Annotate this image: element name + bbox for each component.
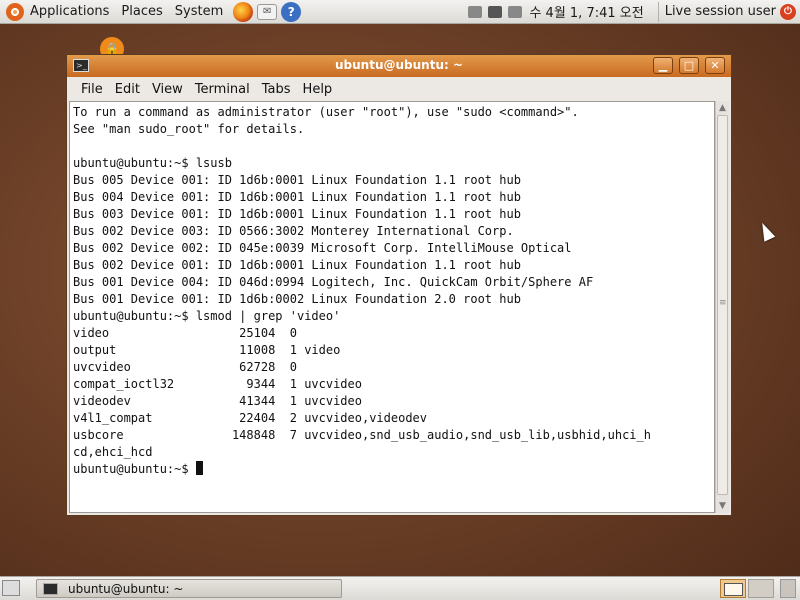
terminal-line: usbcore 148848 7 uvcvideo,snd_usb_audio,… <box>73 428 651 442</box>
firefox-icon[interactable] <box>233 1 254 22</box>
printer-icon[interactable] <box>468 5 483 18</box>
terminal-line: cd,ehci_hcd <box>73 445 153 459</box>
terminal-icon <box>43 582 58 595</box>
terminal-line: Bus 002 Device 003: ID 0566:3002 Montere… <box>73 224 514 238</box>
system-menu[interactable]: System <box>169 0 229 24</box>
bottom-panel: ubuntu@ubuntu: ~ <box>0 576 800 600</box>
menubar: File Edit View Terminal Tabs Help <box>67 77 731 101</box>
terminal-line: videodev 41344 1 uvcvideo <box>73 394 362 408</box>
applications-menu[interactable]: Applications <box>0 0 115 24</box>
terminal-line: compat_ioctl32 9344 1 uvcvideo <box>73 377 362 391</box>
taskbar-window-button[interactable]: ubuntu@ubuntu: ~ <box>36 579 342 598</box>
clock[interactable]: 수 4월 1, 7:41 오전 <box>529 2 643 21</box>
terminal-line: video 25104 0 <box>73 326 297 340</box>
window-title: ubuntu@ubuntu: ~ <box>334 58 464 72</box>
terminal-line: Bus 002 Device 002: ID 045e:0039 Microso… <box>73 241 572 255</box>
network-icon[interactable] <box>488 5 503 18</box>
terminal-line: To run a command as administrator (user … <box>73 105 579 119</box>
power-icon[interactable]: ⏻ <box>780 3 796 20</box>
terminal-line: ubuntu@ubuntu:~$ lsusb <box>73 156 232 170</box>
terminal-line: Bus 002 Device 001: ID 1d6b:0001 Linux F… <box>73 258 521 272</box>
menu-tabs[interactable]: Tabs <box>262 82 291 97</box>
menu-terminal[interactable]: Terminal <box>195 82 250 97</box>
terminal-line: Bus 004 Device 001: ID 1d6b:0001 Linux F… <box>73 190 521 204</box>
scroll-thumb[interactable] <box>717 115 728 495</box>
terminal-line: v4l1_compat 22404 2 uvcvideo,videodev <box>73 411 428 425</box>
taskbar-window-label: ubuntu@ubuntu: ~ <box>68 581 184 596</box>
terminal-line: Bus 003 Device 001: ID 1d6b:0001 Linux F… <box>73 207 521 221</box>
close-button[interactable]: ✕ <box>705 57 725 74</box>
top-panel: Applications Places System ✉ ? 수 4월 1, 7… <box>0 0 800 24</box>
ubuntu-logo-icon <box>6 2 24 21</box>
mail-icon[interactable]: ✉ <box>257 3 278 20</box>
help-icon[interactable]: ? <box>281 1 302 22</box>
menu-file[interactable]: File <box>81 82 103 97</box>
show-desktop-icon[interactable] <box>2 580 20 596</box>
session-user[interactable]: Live session user <box>665 4 776 19</box>
terminal-line: Bus 005 Device 001: ID 1d6b:0001 Linux F… <box>73 173 521 187</box>
window-titlebar[interactable]: >_ ubuntu@ubuntu: ~ ▁ □ ✕ <box>67 55 731 78</box>
vertical-scrollbar[interactable]: ▲ ▼ <box>715 101 729 513</box>
panel-separator <box>657 1 659 22</box>
terminal-line: Bus 001 Device 001: ID 1d6b:0002 Linux F… <box>73 292 521 306</box>
applications-label: Applications <box>30 4 110 19</box>
terminal-line: See "man sudo_root" for details. <box>73 122 305 136</box>
terminal-output[interactable]: To run a command as administrator (user … <box>69 101 715 513</box>
terminal-text: To run a command as administrator (user … <box>70 102 714 480</box>
system-tray: 수 4월 1, 7:41 오전 Live session user ⏻ <box>465 0 800 24</box>
terminal-line: Bus 001 Device 004: ID 046d:0994 Logitec… <box>73 275 594 289</box>
workspace-2[interactable] <box>748 579 774 598</box>
maximize-button[interactable]: □ <box>679 57 699 74</box>
terminal-line: output 11008 1 video <box>73 343 341 357</box>
volume-icon[interactable] <box>508 5 523 18</box>
workspace-1[interactable] <box>720 579 746 598</box>
mouse-pointer-icon <box>756 220 776 242</box>
minimize-button[interactable]: ▁ <box>653 57 673 74</box>
text-cursor <box>195 461 203 475</box>
terminal-prompt: ubuntu@ubuntu:~$ <box>73 462 196 476</box>
scroll-up-icon[interactable]: ▲ <box>717 102 729 114</box>
terminal-line: uvcvideo 62728 0 <box>73 360 297 374</box>
trash-icon[interactable] <box>780 579 796 598</box>
menu-help[interactable]: Help <box>303 82 333 97</box>
scroll-down-icon[interactable]: ▼ <box>716 500 729 512</box>
terminal-window: >_ ubuntu@ubuntu: ~ ▁ □ ✕ File Edit View… <box>66 54 732 516</box>
menu-edit[interactable]: Edit <box>115 82 140 97</box>
menu-view[interactable]: View <box>152 82 183 97</box>
places-menu[interactable]: Places <box>115 0 168 24</box>
terminal-line: ubuntu@ubuntu:~$ lsmod | grep 'video' <box>73 309 341 323</box>
